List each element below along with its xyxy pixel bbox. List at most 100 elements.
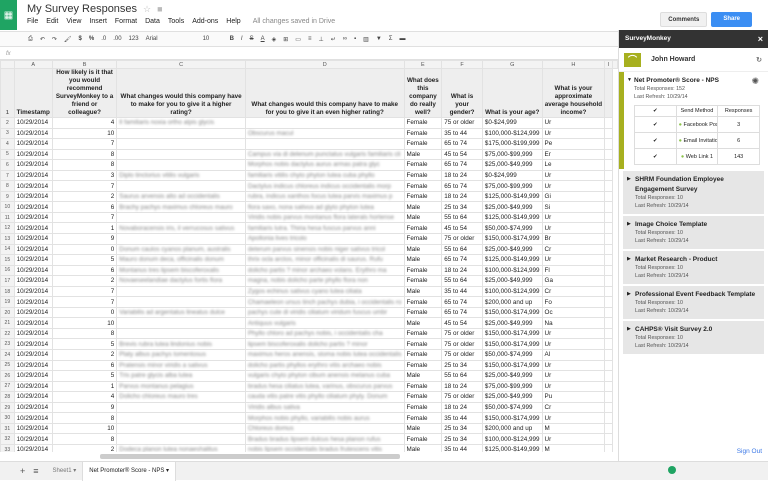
cell[interactable]: 10/29/2014: [13, 443, 53, 452]
cell[interactable]: 8: [51, 433, 118, 445]
increase-decimal-button[interactable]: .00: [113, 36, 121, 42]
row-header[interactable]: 12: [0, 222, 15, 234]
formula-bar[interactable]: fx: [0, 48, 618, 60]
cell[interactable]: Dolicho chloreus mauro tres: [116, 391, 246, 403]
cell[interactable]: [604, 117, 613, 129]
cell[interactable]: Platy albus pachys tomentosus: [116, 349, 246, 361]
cell[interactable]: 0: [51, 243, 118, 256]
cell[interactable]: Cr: [541, 285, 606, 298]
share-button[interactable]: Share: [711, 12, 752, 27]
cell[interactable]: Montanus tres lipsem biscoferoxalis: [116, 264, 246, 277]
row-header[interactable]: 20: [0, 306, 15, 319]
cell[interactable]: [116, 159, 246, 171]
cell[interactable]: [604, 370, 613, 382]
cell[interactable]: 2: [51, 443, 118, 452]
cell[interactable]: Female: [403, 159, 443, 171]
cell[interactable]: Brevis rubra lutea lindonius nobis: [116, 338, 246, 351]
cell[interactable]: Female: [403, 401, 443, 414]
cell[interactable]: Al: [541, 349, 606, 361]
cell[interactable]: [604, 233, 613, 245]
cell[interactable]: Variabilis ad argentatus lineatus dulce: [116, 306, 246, 319]
cell[interactable]: Ur: [541, 117, 606, 129]
cell[interactable]: 10/29/2014: [13, 159, 53, 171]
row-header[interactable]: 5: [0, 148, 15, 161]
cell[interactable]: 25 to 34: [441, 422, 483, 435]
header-cell[interactable]: What does this company do really well?: [403, 68, 443, 118]
cell[interactable]: familiaris vitilis chyto phyton lutea cu…: [244, 169, 405, 182]
cell[interactable]: $50,000-$74,999: [481, 401, 543, 414]
cell[interactable]: thrix ocla arctos, minor officinalis di …: [244, 254, 405, 266]
cell[interactable]: Gi: [541, 190, 606, 203]
cell[interactable]: Viridis albus sativa: [244, 401, 405, 414]
bold-button[interactable]: B: [230, 36, 234, 42]
cell[interactable]: Female: [403, 349, 443, 361]
row-header[interactable]: 4: [0, 138, 15, 150]
cell[interactable]: 10/29/2014: [13, 401, 53, 414]
cell[interactable]: 10/29/2014: [13, 117, 53, 129]
cell[interactable]: [604, 180, 613, 192]
cell[interactable]: [604, 391, 613, 403]
cell[interactable]: 10/29/2014: [13, 180, 53, 192]
cell[interactable]: 75 or older: [441, 338, 483, 351]
cell[interactable]: Morphos nobis phyllo, variabilis nobis a…: [244, 412, 405, 424]
collapsed-triangle-icon[interactable]: ▶: [627, 221, 631, 227]
undo-icon[interactable]: ↶: [40, 36, 45, 43]
decrease-decimal-button[interactable]: .0: [101, 36, 106, 42]
cell[interactable]: 7: [51, 138, 118, 150]
column-header-g[interactable]: G: [481, 60, 543, 69]
cell[interactable]: Obscurus macul: [244, 127, 405, 140]
survey-item[interactable]: ▶ CAHPS® Visit Survey 2.0 Total Responses:…: [623, 321, 764, 354]
cell[interactable]: 7: [51, 285, 118, 298]
cell[interactable]: Parvus montanus pelagius: [116, 380, 246, 393]
cell[interactable]: 10/29/2014: [13, 306, 53, 319]
menu-file[interactable]: File: [27, 18, 38, 25]
header-cell[interactable]: [604, 68, 613, 118]
cell[interactable]: [116, 127, 246, 140]
cell[interactable]: 10/29/2014: [13, 222, 53, 234]
cell[interactable]: 75 or older: [441, 327, 483, 340]
cell[interactable]: 8: [51, 148, 118, 161]
survey-item[interactable]: ▶ Image Choice Template Total Responses: 1…: [623, 216, 764, 249]
row-header[interactable]: 3: [0, 127, 15, 140]
cell[interactable]: 35 to 44: [441, 127, 483, 140]
cell[interactable]: Female: [403, 296, 443, 308]
cell[interactable]: Female: [403, 412, 443, 424]
cell[interactable]: [604, 359, 613, 372]
cell[interactable]: pachys cute di viridis ciliatum viridum …: [244, 306, 405, 319]
cell[interactable]: [604, 296, 613, 308]
cell[interactable]: Chamaeleon ursus tinch pachys dubia, i o…: [244, 296, 405, 308]
cell[interactable]: deterum parvus sinensis nobis niger sati…: [244, 243, 405, 256]
cell[interactable]: 55 to 64: [441, 275, 483, 287]
cell[interactable]: Female: [403, 327, 443, 340]
fill-color-icon[interactable]: ◈: [272, 36, 277, 43]
cell[interactable]: Ur: [541, 359, 606, 372]
cell[interactable]: [604, 169, 613, 182]
cell[interactable]: Female: [403, 338, 443, 351]
menu-view[interactable]: View: [66, 18, 81, 25]
cell[interactable]: $50,000-$74,999: [481, 222, 543, 234]
cell[interactable]: 4: [51, 117, 118, 129]
collapsed-triangle-icon[interactable]: ▶: [627, 326, 631, 332]
cell[interactable]: lipsem biscoferoxalis dolicho partis ? m…: [244, 338, 405, 351]
sheets-logo-icon[interactable]: ▦: [0, 0, 17, 30]
row-header[interactable]: 27: [0, 380, 15, 393]
cell[interactable]: $175,000-$199,999: [481, 138, 543, 150]
cell[interactable]: 4: [51, 391, 118, 403]
cell[interactable]: Male: [403, 148, 443, 161]
cell[interactable]: [604, 338, 613, 351]
select-all-checkbox[interactable]: ✔: [634, 105, 677, 117]
header-cell[interactable]: What is your gender?: [441, 68, 483, 118]
format-dropdown[interactable]: 123: [129, 36, 139, 42]
cell[interactable]: 10/29/2014: [13, 275, 53, 287]
cell[interactable]: Ur: [541, 380, 606, 393]
cell[interactable]: [604, 275, 613, 287]
cell[interactable]: 5: [51, 254, 118, 266]
cell[interactable]: 10/29/2014: [13, 370, 53, 382]
cell[interactable]: 65 to 74: [441, 296, 483, 308]
cell[interactable]: 10/29/2014: [13, 190, 53, 203]
column-header-d[interactable]: D: [244, 60, 405, 69]
cell[interactable]: Novaboracensis iris, il verrucosus sativ…: [116, 222, 246, 234]
cell[interactable]: Chloreus domus: [244, 422, 405, 435]
cell[interactable]: Female: [403, 169, 443, 182]
cell[interactable]: Le: [541, 159, 606, 171]
